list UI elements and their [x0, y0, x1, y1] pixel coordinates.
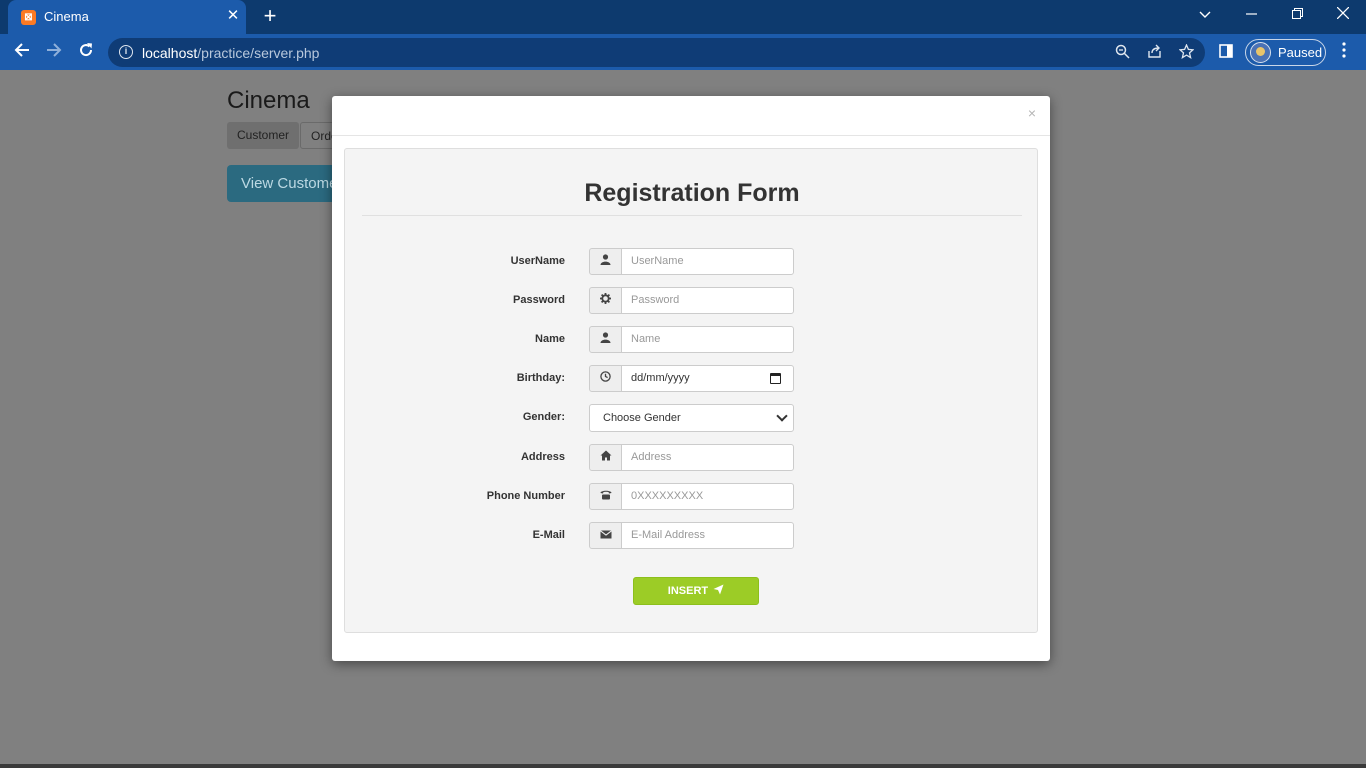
name-group: Name: [589, 326, 794, 353]
gender-row: Gender: Choose Gender: [345, 404, 1039, 432]
email-row: E-Mail E-Mail Address: [345, 522, 1039, 549]
email-group: E-Mail Address: [589, 522, 794, 549]
birthday-row: Birthday: dd/mm/yyyy: [345, 365, 1039, 392]
gender-select[interactable]: Choose Gender: [589, 404, 794, 432]
address-bar[interactable]: i localhost/practice/server.php: [108, 38, 1205, 67]
birthday-date-input[interactable]: dd/mm/yyyy: [621, 365, 794, 392]
close-window-icon[interactable]: [1320, 0, 1366, 30]
name-row: Name Name: [345, 326, 1039, 353]
back-arrow-icon[interactable]: [11, 41, 33, 63]
phone-label: Phone Number: [486, 490, 565, 502]
phone-row: Phone Number 0XXXXXXXXX: [345, 483, 1039, 510]
username-label: UserName: [510, 255, 565, 267]
calendar-icon[interactable]: [770, 373, 781, 384]
avatar: [1250, 42, 1271, 63]
email-input[interactable]: E-Mail Address: [621, 522, 794, 549]
chevron-down-icon: [776, 410, 788, 422]
birthday-group: dd/mm/yyyy: [589, 365, 794, 392]
bookmark-star-icon[interactable]: [1177, 43, 1195, 62]
xampp-favicon-icon: ⊠: [21, 10, 36, 25]
tab-customer[interactable]: Customer: [227, 122, 300, 149]
site-brand[interactable]: Cinema: [227, 87, 310, 115]
tab-search-icon[interactable]: [1182, 0, 1228, 30]
phone-icon: [589, 483, 622, 510]
form-title: Registration Form: [584, 179, 800, 207]
registration-modal: × Registration Form UserName UserName Pa…: [332, 96, 1050, 661]
tab-title: Cinema: [44, 9, 89, 24]
browser-tab[interactable]: ⊠ Cinema ✕: [8, 0, 246, 34]
url-text: localhost/practice/server.php: [142, 45, 320, 61]
restore-icon[interactable]: [1274, 0, 1320, 30]
clock-icon: [589, 365, 622, 392]
user-icon: [589, 326, 622, 353]
modal-header: ×: [332, 96, 1050, 136]
gender-label: Gender:: [522, 411, 565, 423]
profile-button[interactable]: Paused: [1245, 39, 1326, 66]
envelope-icon: [589, 522, 622, 549]
tab-close-icon[interactable]: ✕: [224, 7, 242, 25]
user-icon: [589, 248, 622, 275]
insert-button[interactable]: INSERT: [633, 577, 759, 605]
password-row: Password Password: [345, 287, 1039, 314]
gear-icon: [589, 287, 622, 314]
username-row: UserName UserName: [345, 248, 1039, 275]
gender-selected-value: Choose Gender: [603, 412, 681, 424]
minimize-icon[interactable]: [1228, 0, 1274, 30]
username-group: UserName: [589, 248, 794, 275]
site-info-icon[interactable]: i: [119, 45, 133, 59]
title-divider: [362, 215, 1022, 216]
password-input[interactable]: Password: [621, 287, 794, 314]
email-label: E-Mail: [532, 529, 565, 541]
send-icon: [713, 584, 724, 595]
password-group: Password: [589, 287, 794, 314]
browser-titlebar: ⊠ Cinema ✕ +: [0, 0, 1366, 34]
reload-icon[interactable]: [75, 41, 97, 63]
registration-panel: Registration Form UserName UserName Pass…: [344, 148, 1038, 633]
address-input[interactable]: Address: [621, 444, 794, 471]
browser-toolbar: i localhost/practice/server.php Paused: [0, 34, 1366, 70]
share-icon[interactable]: [1145, 44, 1163, 62]
address-group: Address: [589, 444, 794, 471]
password-label: Password: [513, 294, 565, 306]
phone-group: 0XXXXXXXXX: [589, 483, 794, 510]
more-menu-icon[interactable]: [1333, 41, 1355, 63]
close-icon[interactable]: ×: [1024, 104, 1040, 122]
username-input[interactable]: UserName: [621, 248, 794, 275]
name-label: Name: [535, 333, 565, 345]
address-row: Address Address: [345, 444, 1039, 471]
home-icon: [589, 444, 622, 471]
side-panel-icon[interactable]: [1215, 41, 1237, 63]
profile-label: Paused: [1278, 45, 1323, 60]
birthday-label: Birthday:: [516, 372, 565, 384]
zoom-icon[interactable]: [1113, 44, 1131, 62]
page-bottom-edge: [0, 764, 1366, 768]
insert-label: INSERT: [667, 585, 709, 597]
new-tab-icon[interactable]: +: [259, 5, 281, 27]
birthday-value: dd/mm/yyyy: [631, 372, 690, 384]
name-input[interactable]: Name: [621, 326, 794, 353]
forward-arrow-icon[interactable]: [43, 41, 65, 63]
address-label: Address: [520, 451, 565, 463]
phone-input[interactable]: 0XXXXXXXXX: [621, 483, 794, 510]
view-customers-button[interactable]: View Custome: [227, 165, 347, 202]
